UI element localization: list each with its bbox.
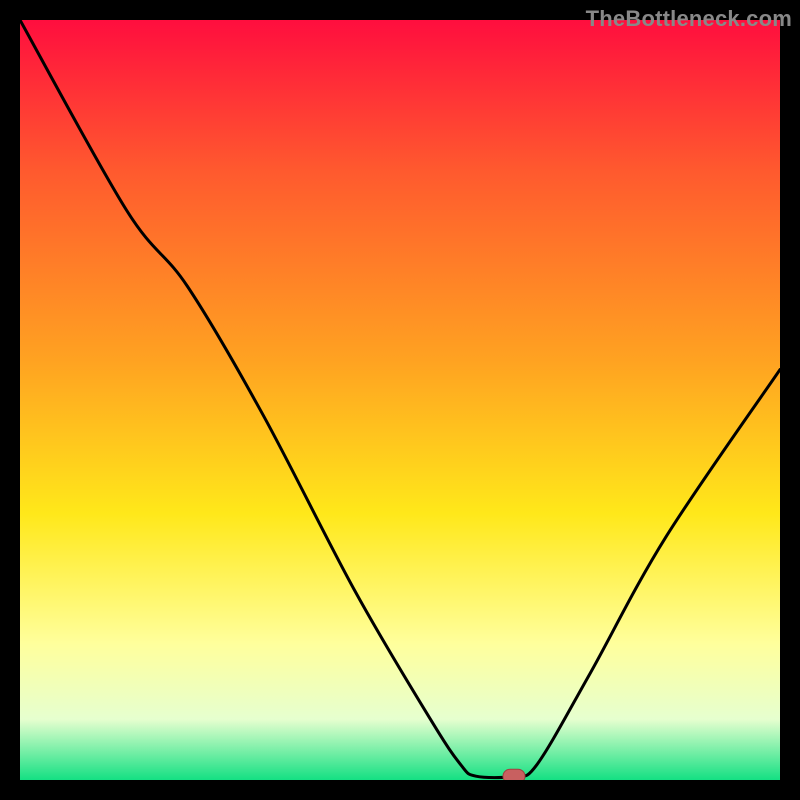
- chart-frame: TheBottleneck.com: [0, 0, 800, 800]
- bottleneck-chart: [20, 20, 780, 780]
- plot-area: [20, 20, 780, 780]
- optimal-marker: [503, 769, 525, 780]
- watermark-text: TheBottleneck.com: [586, 6, 792, 32]
